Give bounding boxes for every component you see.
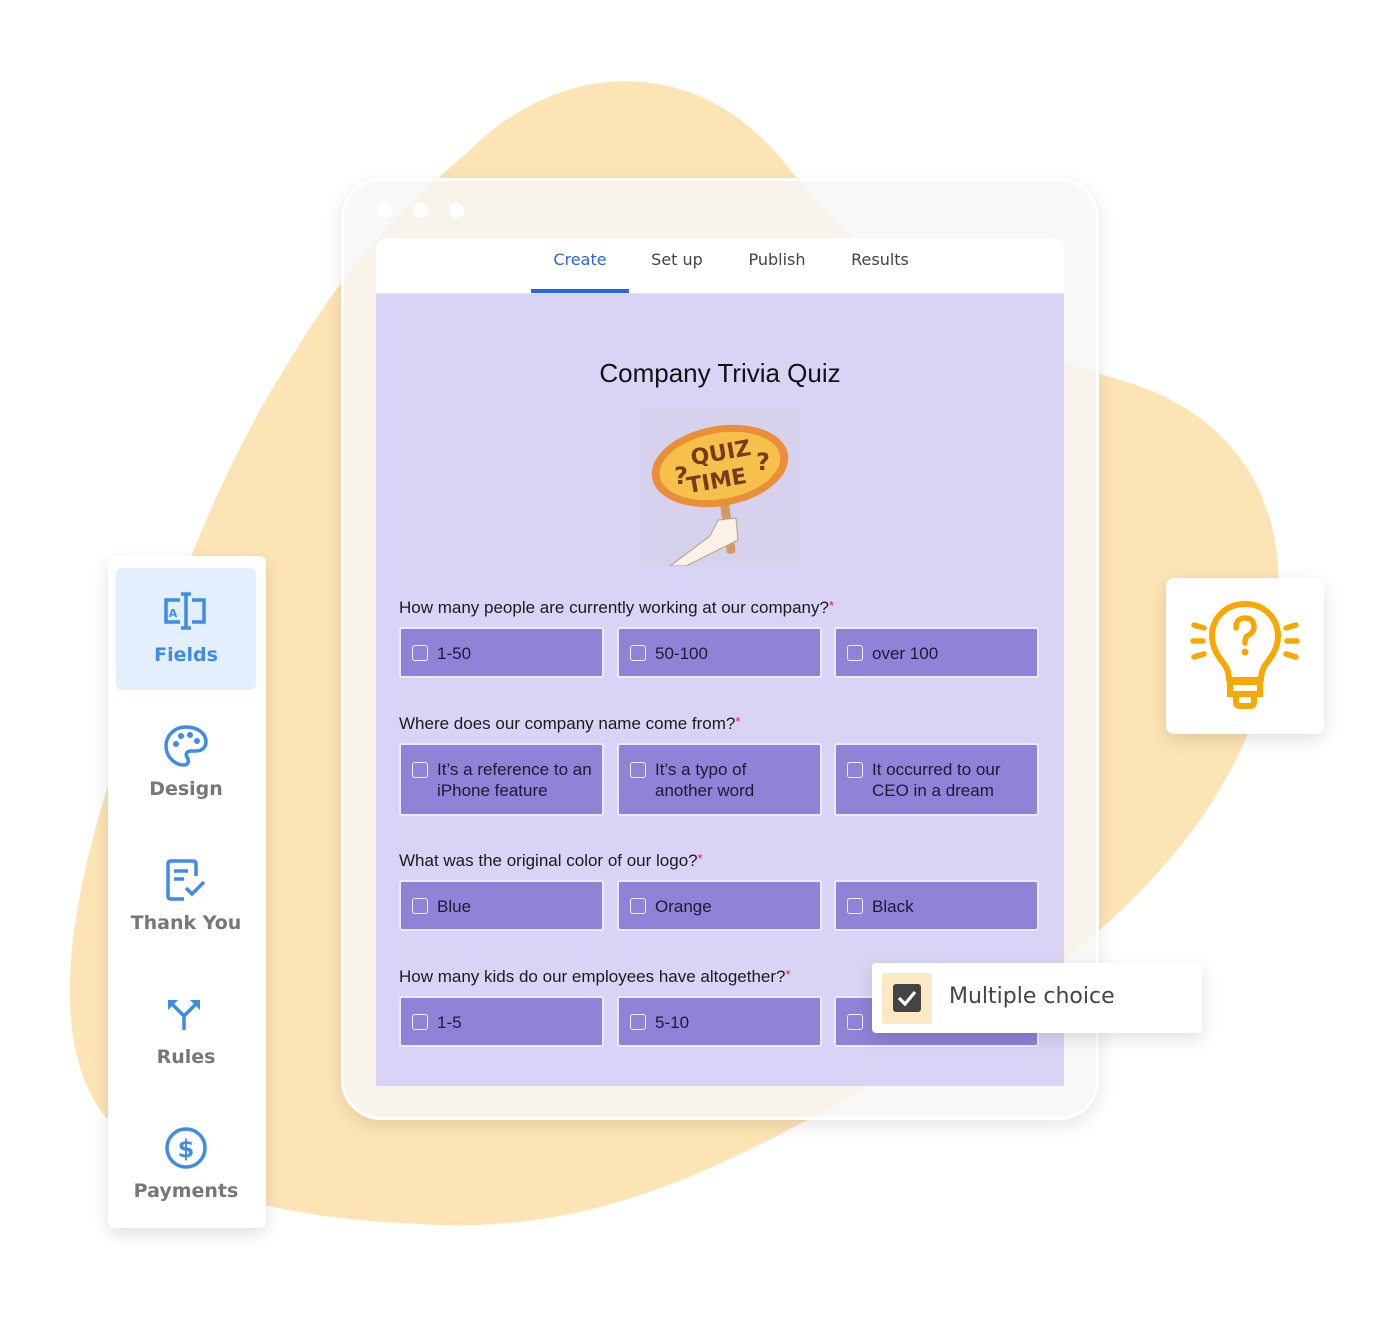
option-checkbox[interactable]: 1-5 xyxy=(399,996,604,1047)
required-asterisk: * xyxy=(697,851,703,866)
option-checkbox[interactable]: Blue xyxy=(399,880,604,931)
option-checkbox[interactable]: Orange xyxy=(617,880,822,931)
sidebar-item-label: Thank You xyxy=(130,912,242,934)
checkbox-checked-icon xyxy=(882,973,932,1024)
sidebar-item-design[interactable]: Design xyxy=(116,702,256,824)
window-dot xyxy=(413,203,428,218)
option-label: Blue xyxy=(437,897,472,916)
sidebar-item-label: Fields xyxy=(154,644,218,666)
document-check-icon xyxy=(166,859,206,901)
tab-publish[interactable]: Publish xyxy=(736,250,818,293)
tab-label: Results xyxy=(851,250,909,269)
checkbox-icon xyxy=(412,898,428,914)
text-field-icon: A xyxy=(164,592,206,630)
svg-text:A: A xyxy=(169,607,178,620)
checkbox-icon xyxy=(847,762,863,778)
question-mark-left: ? xyxy=(674,462,688,490)
lightbulb-question-icon xyxy=(1190,601,1300,709)
checkbox-icon xyxy=(412,1014,428,1030)
sidebar-item-label: Payments xyxy=(133,1180,239,1202)
sidebar-item-label: Design xyxy=(149,778,223,800)
tab-label: Publish xyxy=(748,250,806,269)
window-dot xyxy=(449,203,464,218)
dollar-circle-icon: $ xyxy=(165,1127,207,1169)
checkbox-icon xyxy=(847,898,863,914)
option-label: Orange xyxy=(655,897,712,916)
svg-text:$: $ xyxy=(178,1135,195,1163)
window-dot xyxy=(377,203,392,218)
question-text: What was the original color of our logo? xyxy=(399,851,698,870)
option-label: 1-50 xyxy=(437,644,472,663)
option-checkbox[interactable]: It’s a typo of another word xyxy=(617,743,822,816)
option-label: Black xyxy=(872,897,914,916)
required-asterisk: * xyxy=(828,598,834,613)
tab-results[interactable]: Results xyxy=(841,250,919,293)
tab-set-up[interactable]: Set up xyxy=(638,250,716,293)
checkbox-icon xyxy=(630,898,646,914)
question-mark-right: ? xyxy=(756,448,770,476)
checkbox-icon xyxy=(847,645,863,661)
option-checkbox[interactable]: 5-10 xyxy=(617,996,822,1047)
palette-icon xyxy=(164,725,208,767)
multiple-choice-label: Multiple choice xyxy=(949,984,1115,1009)
option-label: over 100 xyxy=(872,644,939,663)
question-label: Where does our company name come from?* xyxy=(399,714,740,734)
option-checkbox[interactable]: over 100 xyxy=(834,627,1039,678)
quiz-time-image: QUIZ TIME ? ? xyxy=(640,408,800,566)
option-checkbox[interactable]: It’s a reference to an iPhone feature xyxy=(399,743,604,816)
sidebar-item-label: Rules xyxy=(156,1046,216,1068)
question-label: What was the original color of our logo?… xyxy=(399,851,703,871)
tab-bar: Create Set up Publish Results xyxy=(376,238,1064,294)
option-label: 50-100 xyxy=(655,644,708,663)
active-tab-indicator xyxy=(531,289,629,293)
checkbox-icon xyxy=(630,762,646,778)
option-label: 1-5 xyxy=(437,1013,462,1032)
sidebar-item-fields[interactable]: A Fields xyxy=(116,568,256,690)
multiple-choice-field-card[interactable]: Multiple choice xyxy=(872,963,1202,1033)
tab-create[interactable]: Create xyxy=(531,250,629,293)
checkbox-icon xyxy=(630,645,646,661)
question-label: How many kids do our employees have alto… xyxy=(399,967,791,987)
sidebar-item-payments[interactable]: $ Payments xyxy=(116,1104,256,1226)
option-label: It’s a typo of another word xyxy=(655,760,755,800)
required-asterisk: * xyxy=(785,967,791,982)
option-label: It occurred to our CEO in a dream xyxy=(872,760,1001,800)
checkbox-icon xyxy=(412,762,428,778)
branch-arrows-icon xyxy=(168,1000,200,1030)
form-builder-screen: Create Set up Publish Results Company Tr… xyxy=(376,238,1064,1086)
tab-label: Set up xyxy=(651,250,703,269)
option-label: 5-10 xyxy=(655,1013,690,1032)
option-checkbox[interactable]: Black xyxy=(834,880,1039,931)
sidebar-item-thank-you[interactable]: Thank You xyxy=(116,836,256,958)
form-title: Company Trivia Quiz xyxy=(599,358,841,388)
required-asterisk: * xyxy=(735,714,741,729)
checkbox-icon xyxy=(630,1014,646,1030)
question-label: How many people are currently working at… xyxy=(399,598,834,618)
question-text: Where does our company name come from? xyxy=(399,714,736,733)
option-checkbox[interactable]: 50-100 xyxy=(617,627,822,678)
option-checkbox[interactable]: It occurred to our CEO in a dream xyxy=(834,743,1039,816)
option-label: It’s a reference to an iPhone feature xyxy=(437,760,592,800)
checkbox-icon xyxy=(412,645,428,661)
sidebar-item-rules[interactable]: Rules xyxy=(116,970,256,1092)
idea-card xyxy=(1166,578,1324,734)
tab-label: Create xyxy=(553,250,607,269)
question-text: How many people are currently working at… xyxy=(399,598,829,617)
option-checkbox[interactable]: 1-50 xyxy=(399,627,604,678)
builder-sidebar: A Fields Design Thank You Rules $ Paymen… xyxy=(108,556,266,1228)
question-text: How many kids do our employees have alto… xyxy=(399,967,786,986)
checkbox-icon xyxy=(847,1014,863,1030)
